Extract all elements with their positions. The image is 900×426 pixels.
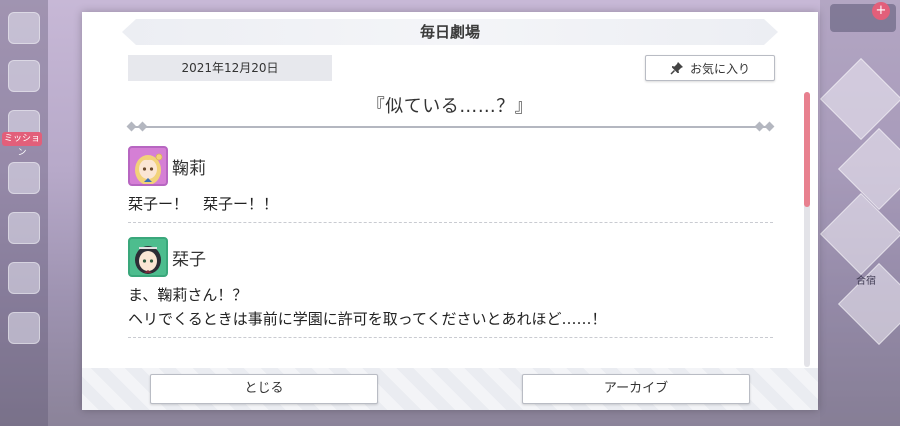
story-title: 『似ている……？』 (366, 96, 534, 117)
menu-icon (8, 12, 40, 44)
bg-tile (819, 57, 900, 141)
story-date: 2021年12月20日 (128, 55, 332, 81)
message-divider (128, 222, 773, 223)
mari-avatar (128, 146, 168, 186)
pin-icon (670, 61, 684, 75)
gift-icon (8, 162, 40, 194)
dialog-title: 毎日劇場 (122, 19, 778, 45)
speaker-name: 鞠莉 (172, 158, 206, 179)
chat-icon (8, 60, 40, 92)
mission-badge: ミッション (2, 132, 42, 158)
story-scroll-area[interactable]: 鞠莉 栞子ー！ 栞子ー！！ 栞子 ま、鞠莉さん！？ ヘリでくるときは事前に学園に… (128, 144, 773, 369)
divider-ornament (754, 121, 765, 132)
fullscreen-icon (8, 312, 40, 344)
camera-icon (8, 262, 40, 294)
bg-tile (837, 127, 900, 211)
bg-tile (819, 192, 900, 276)
dialogue-line: ま、鞠莉さん！？ (128, 286, 248, 304)
message-item: 鞠莉 栞子ー！ 栞子ー！！ (128, 144, 773, 223)
shioriko-avatar (128, 237, 168, 277)
favorite-button[interactable]: お気に入り (645, 55, 775, 81)
message-item: 栞子 ま、鞠莉さん！？ ヘリでくるときは事前に学園に許可を取ってくださいとあれほ… (128, 235, 773, 338)
plus-icon: + (872, 2, 890, 20)
title-divider (128, 126, 773, 128)
scrollbar-thumb[interactable] (804, 92, 810, 207)
archive-button[interactable]: アーカイブ (522, 374, 750, 404)
dialogue-line: ヘリでくるときは事前に学園に許可を取ってくださいとあれほど……！ (128, 310, 607, 328)
daily-theater-dialog: 毎日劇場 2021年12月20日 お気に入り 『似ている……？』 鞠莉 栞子ー！… (82, 12, 818, 410)
background-side-menu: ミッション (0, 0, 48, 426)
speaker-name: 栞子 (172, 249, 206, 270)
favorite-label: お気に入り (689, 61, 750, 76)
scrollbar[interactable] (804, 92, 810, 367)
message-divider (128, 337, 773, 338)
background-label: 合宿 (856, 276, 876, 287)
close-button[interactable]: とじる (150, 374, 378, 404)
divider-ornament (764, 121, 775, 132)
dialogue-line: 栞子ー！ 栞子ー！！ (128, 195, 279, 213)
background-right-menu (819, 0, 900, 426)
photo-icon (8, 212, 40, 244)
